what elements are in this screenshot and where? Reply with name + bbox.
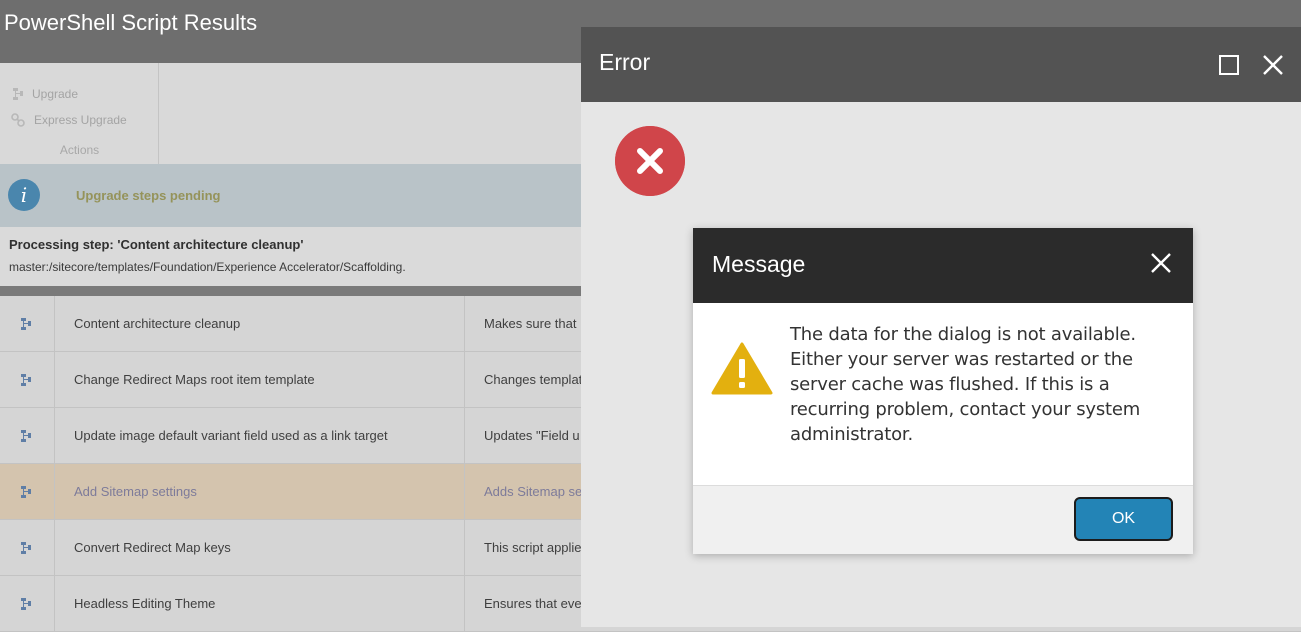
error-x-icon — [615, 126, 685, 196]
step-name: Change Redirect Maps root item template — [74, 372, 315, 387]
close-icon[interactable] — [1150, 252, 1172, 274]
message-dialog-footer: OK — [693, 485, 1193, 554]
step-icon — [0, 352, 55, 407]
step-description: Changes templat — [484, 372, 583, 387]
ribbon-group-label: Actions — [59, 143, 100, 157]
ribbon-group-actions: Upgrade Express Upgrade Actions — [0, 63, 159, 164]
upgrade-button[interactable]: Upgrade — [10, 84, 78, 104]
close-icon[interactable] — [1261, 53, 1285, 77]
step-description: Updates "Field u — [484, 428, 580, 443]
progress-title: Processing step: 'Content architecture c… — [9, 237, 304, 252]
express-upgrade-button[interactable]: Express Upgrade — [10, 110, 127, 130]
error-dialog-title: Error — [599, 49, 651, 75]
step-description: Adds Sitemap se — [484, 484, 583, 499]
step-name: Headless Editing Theme — [74, 596, 216, 611]
express-upgrade-label: Express Upgrade — [34, 113, 127, 127]
info-text: Upgrade steps pending — [76, 188, 221, 203]
express-upgrade-icon — [11, 113, 25, 127]
column-divider — [464, 296, 465, 351]
warning-icon — [711, 342, 773, 395]
maximize-icon[interactable] — [1218, 54, 1240, 76]
upgrade-icon — [13, 88, 23, 100]
ok-button[interactable]: OK — [1074, 497, 1173, 541]
step-description: Ensures that eve — [484, 596, 582, 611]
step-icon — [0, 296, 55, 351]
step-icon — [0, 464, 55, 519]
column-divider — [464, 464, 465, 519]
column-divider — [464, 520, 465, 575]
step-name: Update image default variant field used … — [74, 428, 388, 443]
step-name: Content architecture cleanup — [74, 316, 241, 331]
message-dialog: Message The data for the dialog is not a… — [693, 228, 1193, 554]
app-title: PowerShell Script Results — [4, 10, 258, 35]
step-description: This script applie — [484, 540, 582, 555]
step-name: Convert Redirect Map keys — [74, 540, 231, 555]
step-name: Add Sitemap settings — [74, 484, 197, 499]
message-dialog-title: Message — [712, 251, 806, 277]
column-divider — [464, 352, 465, 407]
upgrade-label: Upgrade — [32, 87, 79, 101]
step-icon — [0, 408, 55, 463]
column-divider — [464, 576, 465, 631]
message-dialog-header: Message — [693, 228, 1193, 303]
progress-path: master:/sitecore/templates/Foundation/Ex… — [9, 260, 406, 274]
step-icon — [0, 520, 55, 575]
step-icon — [0, 576, 55, 631]
step-description: Makes sure that — [484, 316, 577, 331]
error-dialog-header: Error — [581, 27, 1301, 102]
column-divider — [464, 408, 465, 463]
message-text: The data for the dialog is not available… — [790, 324, 1141, 445]
info-icon: i — [8, 179, 40, 211]
